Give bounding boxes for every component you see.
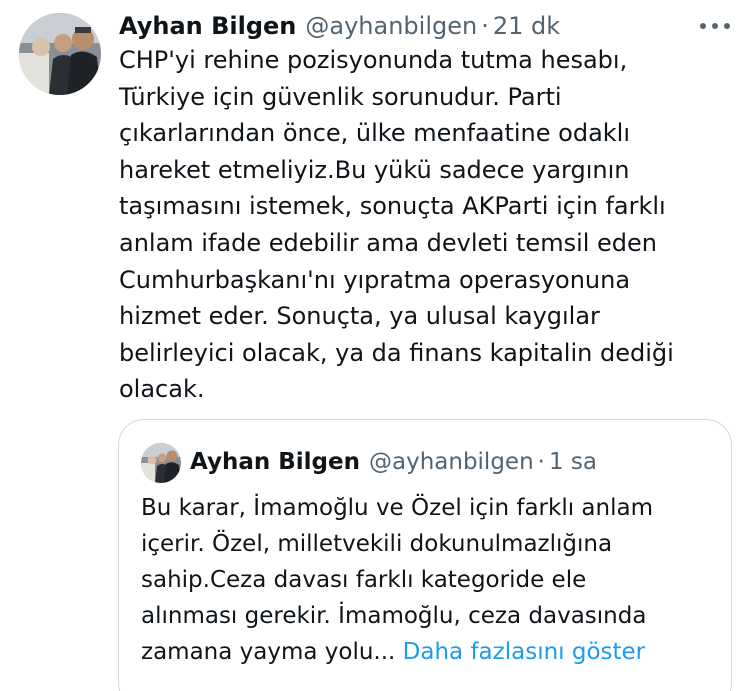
- quote-text-line: alınması gerekir. İmamoğlu, ceza davasın…: [141, 603, 647, 629]
- quoted-tweet[interactable]: Ayhan Bilgen @ayhanbilgen · 1 sa Bu kara…: [118, 419, 732, 691]
- quote-text-last-line: zamana yayma yolu... Daha fazlasını göst…: [141, 634, 721, 670]
- show-more-link[interactable]: Daha fazlasını göster: [403, 639, 645, 665]
- quote-display-name[interactable]: Ayhan Bilgen: [190, 449, 360, 475]
- more-horizontal-icon[interactable]: [700, 20, 730, 32]
- quote-separator-dot: ·: [537, 449, 545, 475]
- user-handle[interactable]: @ayhanbilgen: [305, 12, 477, 40]
- tweet-text-line: Cumhurbaşkanı'nı yıpratma operasyonuna: [119, 265, 631, 294]
- tweet-text-line: çıkarlarından önce, ülke menfaatine odak…: [119, 119, 631, 148]
- quote-user-handle[interactable]: @ayhanbilgen: [369, 449, 534, 475]
- tweet-text-line: CHP'yi rehine pozisyonunda tutma hesabı,: [119, 46, 628, 74]
- quote-text-line-end: zamana yayma yolu...: [141, 639, 403, 665]
- quote-header: Ayhan Bilgen @ayhanbilgen · 1 sa: [190, 446, 597, 478]
- tweet-text-line: olacak.: [119, 375, 205, 404]
- tweet-text: CHP'yi rehine pozisyonunda tutma hesabı,…: [119, 42, 729, 408]
- quote-text: Bu karar, İmamoğlu ve Özel için farklı a…: [141, 490, 721, 670]
- timestamp[interactable]: 21 dk: [493, 12, 560, 40]
- quote-text-line: Bu karar, İmamoğlu ve Özel için farklı a…: [141, 495, 653, 521]
- tweet-text-line: hizmet eder. Sonuçta, ya ulusal kaygılar: [119, 302, 600, 331]
- quote-text-line: içerir. Özel, milletvekili dokunulmazlığ…: [141, 531, 613, 557]
- tweet-text-line: taşımasını istemek, sonuçta AKParti için…: [119, 192, 666, 221]
- tweet-text-line: anlam ifade edebilir ama devleti temsil …: [119, 228, 658, 257]
- separator-dot: ·: [481, 12, 489, 40]
- quote-avatar[interactable]: [141, 443, 181, 483]
- quote-timestamp[interactable]: 1 sa: [549, 449, 597, 475]
- display-name[interactable]: Ayhan Bilgen: [119, 12, 296, 40]
- tweet-header: Ayhan Bilgen @ayhanbilgen · 21 dk: [119, 10, 560, 42]
- avatar[interactable]: [19, 13, 101, 95]
- tweet-text-line: belirleyici olacak, ya da finans kapital…: [119, 338, 674, 367]
- quote-avatar-photo: [141, 443, 181, 483]
- tweet-text-line: hareket etmeliyiz.Bu yükü sadece yargını…: [119, 155, 630, 184]
- tweet-text-line: Türkiye için güvenlik sorunudur. Parti: [119, 82, 562, 111]
- tweet-card: Ayhan Bilgen @ayhanbilgen · 21 dk CHP'yi…: [0, 0, 750, 691]
- quote-text-line: sahip.Ceza davası farklı kategoride ele: [141, 567, 587, 593]
- avatar-photo: [19, 13, 101, 95]
